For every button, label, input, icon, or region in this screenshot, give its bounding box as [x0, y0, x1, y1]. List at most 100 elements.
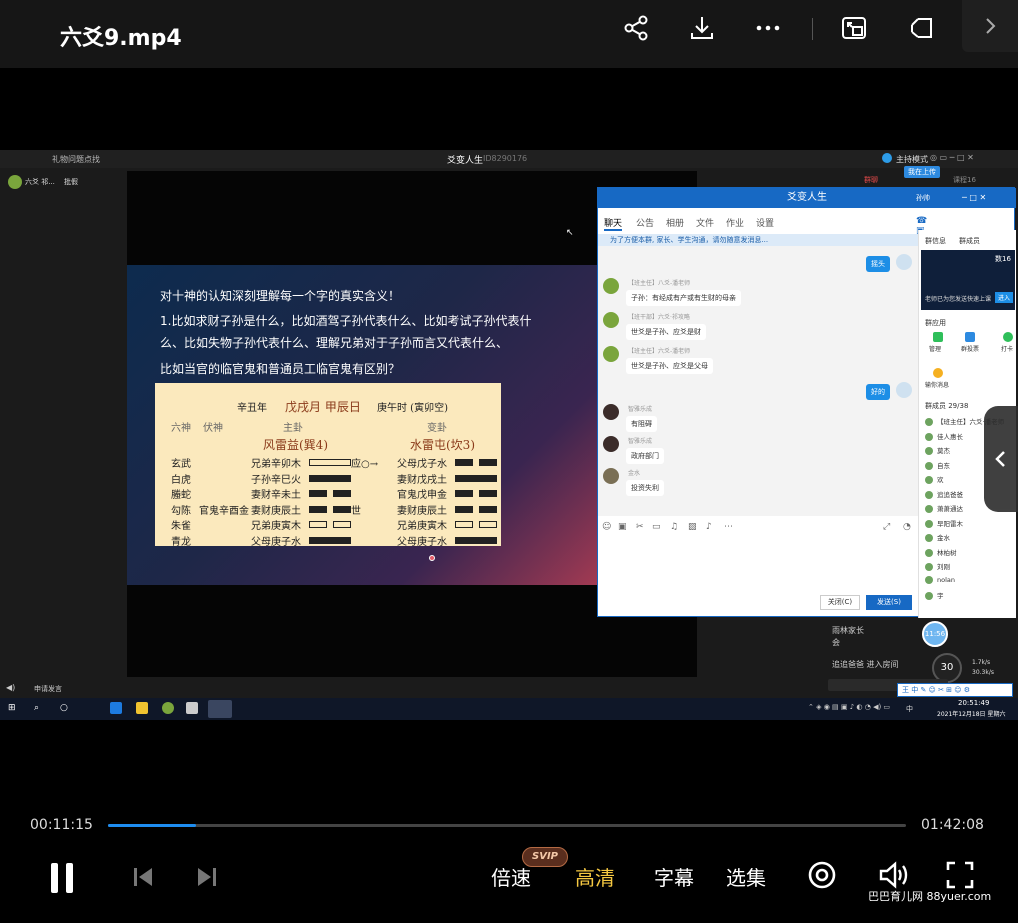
- active-app-icon[interactable]: [208, 700, 232, 718]
- history-icon[interactable]: ◔: [903, 522, 911, 532]
- emoji-icon[interactable]: ☺: [602, 522, 611, 532]
- sender-name: 智雅乐成: [628, 438, 653, 445]
- total-time: 01:42:08: [921, 817, 984, 833]
- member-item[interactable]: 早阳雷木: [925, 518, 963, 528]
- classroom-title: 爻变人生: [447, 156, 484, 166]
- member-item[interactable]: 金水: [925, 532, 950, 542]
- start-icon[interactable]: ⊞: [8, 703, 16, 713]
- tab-chat[interactable]: 聊天: [604, 216, 623, 231]
- row-ben: 子孙辛巳火: [251, 474, 301, 486]
- next-button[interactable]: [192, 862, 222, 892]
- gua-month-day: 戊戌月 甲辰日: [285, 400, 361, 414]
- app-message[interactable]: 输你消息: [925, 380, 949, 389]
- side-collapse-chevron-icon[interactable]: [984, 406, 1018, 512]
- group-notice[interactable]: 为了方便本群, 家长、学生沟通，请勿随意发消息...: [598, 234, 918, 246]
- tab-group-members[interactable]: 群成员: [959, 236, 980, 246]
- member-item[interactable]: 林柏树: [925, 547, 957, 557]
- live-banner[interactable]: 数16 老师已为您发送快速上课 进入: [921, 250, 1015, 310]
- member-item[interactable]: 萧萧通达: [925, 503, 963, 513]
- ime-toolbar[interactable]: 王 中 ✎ ☺ ✂ ⊞ ☺ ⚙: [897, 683, 1013, 697]
- member-item[interactable]: 宇: [925, 590, 944, 600]
- hexagram-table: 辛丑年 戊戌月 甲辰日 庚午时 (寅卯空) 六神 伏神 主卦 变卦 风雷益(巽4…: [155, 383, 501, 548]
- member-item[interactable]: 莫杰: [925, 445, 950, 455]
- quality-button[interactable]: 高清: [575, 862, 615, 891]
- tab-album[interactable]: 相册: [666, 216, 684, 229]
- more-tools-icon[interactable]: ⋯: [724, 522, 733, 532]
- slide-pointer-dot: [429, 555, 435, 561]
- tray-ime[interactable]: 中: [906, 704, 913, 714]
- folder-icon[interactable]: ▭: [652, 522, 661, 532]
- speed-button[interactable]: 倍速: [491, 862, 531, 891]
- expand-icon[interactable]: ⤢: [883, 522, 890, 532]
- host-mode: 主持模式: [896, 155, 928, 164]
- previous-button[interactable]: [128, 862, 158, 892]
- taskbar-search-icon[interactable]: ⌕: [34, 703, 39, 713]
- sender-avatar: [603, 278, 619, 294]
- request-speak[interactable]: 申请发言: [34, 684, 62, 694]
- upload-status-chip: 我在上传: [904, 166, 940, 178]
- tray-time: 20:51:49: [958, 699, 990, 707]
- live-count: 数16: [995, 255, 1011, 263]
- member-item[interactable]: 自东: [925, 460, 950, 470]
- yao-segment: [455, 490, 473, 497]
- subtitle-button[interactable]: 字幕: [654, 862, 694, 891]
- app-checkin[interactable]: 打卡: [1001, 344, 1013, 353]
- gif-icon[interactable]: ▣: [618, 522, 627, 532]
- row-bian: 父母庚子水: [397, 536, 447, 548]
- more-icon[interactable]: [752, 12, 784, 44]
- tab-homework[interactable]: 作业: [726, 216, 744, 229]
- volume-small-icon[interactable]: ◀): [6, 683, 15, 692]
- tab-notice[interactable]: 公告: [636, 216, 654, 229]
- edge-icon[interactable]: [110, 702, 122, 714]
- app-icon[interactable]: [162, 702, 174, 714]
- member-avatar: [925, 534, 933, 542]
- scissors-icon[interactable]: ✂: [636, 522, 644, 532]
- tray-icons[interactable]: ⌃ ◈ ◉ ▤ ▣ ♪ ◐ ◔ ◀) ▭: [808, 703, 890, 711]
- vote-icon: [965, 332, 975, 342]
- episodes-button[interactable]: 选集: [726, 862, 766, 891]
- picture-in-picture-icon[interactable]: [838, 12, 870, 44]
- mini-window-icon[interactable]: [906, 12, 938, 44]
- next-chevron-icon[interactable]: [962, 0, 1018, 52]
- row-bian: 官鬼戊申金: [397, 490, 447, 501]
- image-icon[interactable]: ▨: [688, 522, 697, 532]
- taskview-icon[interactable]: ○: [60, 703, 68, 713]
- message-input[interactable]: [598, 536, 918, 592]
- qq-group-window[interactable]: 爻变人生 孙帅 ─ □ ✕ 聊天 公告 相册 文件 作业 设置 ☎ ▣ ▤ ⊕ …: [597, 187, 1016, 618]
- member-item[interactable]: 佳人惠长: [925, 431, 963, 441]
- member-name: 欢: [937, 476, 944, 484]
- close-button[interactable]: 关闭(C): [820, 595, 860, 610]
- tab-settings[interactable]: 设置: [756, 216, 774, 229]
- tab-group-chat[interactable]: 群聊: [864, 175, 878, 185]
- app-vote[interactable]: 群投票: [961, 344, 979, 353]
- member-item[interactable]: 欢: [925, 474, 944, 484]
- yao-segment: [309, 459, 351, 466]
- qq-window-controls[interactable]: ─ □ ✕: [962, 188, 986, 208]
- yao-segment: [309, 490, 327, 497]
- app-manage[interactable]: 管理: [929, 344, 941, 353]
- app-icon[interactable]: [186, 702, 198, 714]
- member-item[interactable]: 刘刚: [925, 561, 950, 571]
- tab-course[interactable]: 课程16: [953, 175, 976, 185]
- sender-avatar: [603, 436, 619, 452]
- tab-files[interactable]: 文件: [696, 216, 714, 229]
- mic-icon[interactable]: ♪: [706, 522, 712, 532]
- download-icon[interactable]: [686, 12, 718, 44]
- video-frame[interactable]: 礼物问题点找 爻变人生 ID8290176 主持模式 ◎ ▭ ─ □ ✕ 六爻 …: [0, 150, 1018, 720]
- member-item[interactable]: nolan: [925, 575, 955, 584]
- top-bar: 六爻9.mp4: [0, 0, 1018, 68]
- music-icon[interactable]: ♫: [670, 522, 678, 532]
- member-item[interactable]: 追追爸爸: [925, 489, 963, 499]
- live-enter-button[interactable]: 进入: [995, 292, 1014, 303]
- tab-group-info[interactable]: 群信息: [925, 236, 946, 246]
- group-apps-title: 群应用: [925, 319, 946, 327]
- member-avatar: [925, 461, 933, 470]
- explorer-icon[interactable]: [136, 702, 148, 714]
- slide-line-3: 么、比如失物子孙代表什么、理解兄弟对于子孙而言又代表什么、: [160, 336, 509, 350]
- settings-icon[interactable]: [804, 857, 840, 893]
- pause-button[interactable]: [44, 860, 80, 896]
- progress-bar[interactable]: [108, 824, 906, 827]
- teacher-tag: 批假: [64, 178, 78, 186]
- share-icon[interactable]: [620, 12, 652, 44]
- send-button[interactable]: 发送(S): [866, 595, 912, 610]
